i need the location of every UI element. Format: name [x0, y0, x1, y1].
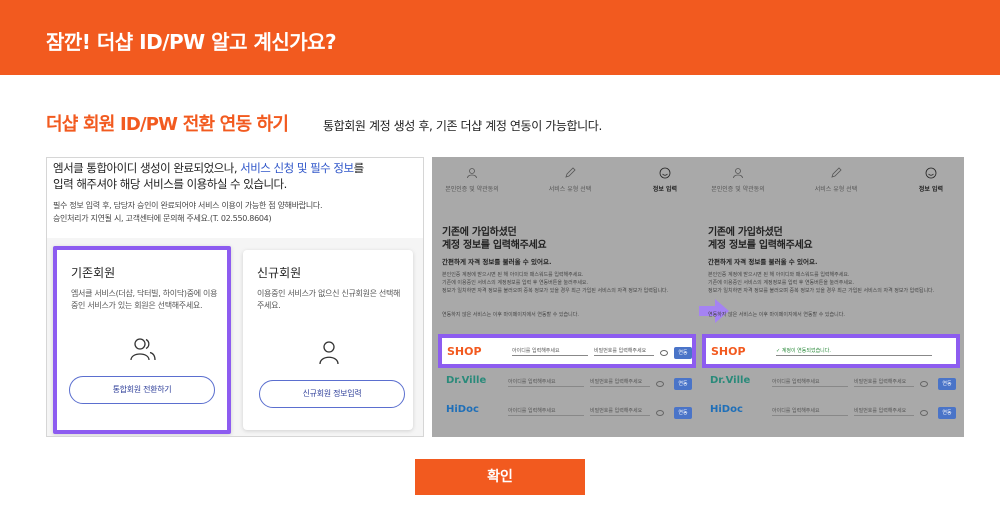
member-type-screenshot: 엠서클 통합아이디 생성이 완료되었으나, 서비스 신청 및 필수 정보를 입력… [46, 157, 424, 437]
notice-note-2: 승인처리가 지연될 시, 고객센터에 문의해 주세요.(T. 02.550.86… [53, 214, 272, 223]
dr-ville-id-input[interactable]: 아이디를 입력해주세요 [508, 375, 584, 387]
dr-ville-password-input[interactable]: 비밀번호를 입력해주세요 [590, 375, 650, 387]
hidoc-link-button[interactable]: 연동 [674, 407, 692, 419]
new-member-info-button[interactable]: 신규회원 정보입력 [259, 380, 405, 408]
notice-line-1: 엠서클 통합아이디 생성이 완료되었으나, 서비스 신청 및 필수 정보를 [53, 161, 364, 175]
form-heading: 계정 정보를 입력해주세요 [708, 240, 813, 251]
user-step-icon [467, 168, 477, 179]
eye-icon[interactable] [656, 410, 664, 416]
users-icon [130, 338, 156, 361]
info-text: 정보가 일치하면 자격 정보를 불러오며 중복 정보가 있을 경우 최근 가입된… [442, 288, 669, 294]
page-header: 잠깐! 더샵 ID/PW 알고 계신가요? [0, 0, 1000, 75]
card-description: 엠서클 서비스(더샵, 닥터빌, 하이닥)중에 이용 중인 서비스가 있는 회원… [71, 289, 218, 310]
eye-icon[interactable] [656, 381, 664, 387]
hidoc-id-input[interactable]: 아이디를 입력해주세요 [508, 404, 584, 416]
shop-link-row: SHOP 아이디를 입력해주세요 비밀번호를 입력해주세요 연동 [438, 334, 696, 368]
info-text: 본인인증 계정에 받으시면 된 해 아이디와 패스워드를 입력해주세요. [708, 272, 850, 278]
header-title: 잠깐! 더샵 ID/PW 알고 계신가요? [46, 30, 337, 54]
hidoc-password-input[interactable]: 비밀번호를 입력해주세요 [854, 404, 914, 416]
shop-logo: SHOP [711, 345, 746, 358]
hidoc-password-input[interactable]: 비밀번호를 입력해주세요 [590, 404, 650, 416]
dr-ville-link-button[interactable]: 연동 [938, 378, 956, 390]
hidoc-logo: HiDoc [446, 404, 479, 415]
dr-ville-logo: Dr.Ville [710, 375, 751, 386]
before-link-view: 본인인증 및 약관동의 서비스 유형 선택 정보 입력 기존에 가입하셨던 계정… [432, 157, 698, 437]
pencil-step-icon [831, 167, 842, 178]
smile-step-icon [925, 167, 937, 179]
existing-member-card[interactable]: 기존회원 엠서클 서비스(더샵, 닥터빌, 하이닥)중에 이용 중인 서비스가 … [53, 246, 231, 434]
service-apply-link: 서비스 신청 및 필수 정보 [240, 161, 354, 175]
notice-line-2: 입력 해주셔야 해당 서비스를 이용하실 수 있습니다. [53, 177, 287, 191]
dr-ville-id-input[interactable]: 아이디를 입력해주세요 [772, 375, 848, 387]
form-subheading: 간편하게 자격 정보를 불러올 수 있어요. [442, 258, 552, 266]
info-text: 연동하지 않은 서비스는 이후 마이페이지에서 연동할 수 있습니다. [442, 312, 579, 318]
shop-password-input[interactable]: 비밀번호를 입력해주세요 [594, 344, 654, 356]
eye-icon[interactable] [920, 381, 928, 387]
hidoc-id-input[interactable]: 아이디를 입력해주세요 [772, 404, 848, 416]
dr-ville-password-input[interactable]: 비밀번호를 입력해주세요 [854, 375, 914, 387]
hidoc-link-row: HiDoc 아이디를 입력해주세요 비밀번호를 입력해주세요 연동 [706, 400, 960, 422]
card-description: 이용중인 서비스가 없으신 신규회원은 선택해주세요. [257, 289, 401, 310]
form-subheading: 간편하게 자격 정보를 불러올 수 있어요. [708, 258, 818, 266]
step-label: 정보 입력 [918, 186, 944, 193]
hidoc-logo: HiDoc [710, 404, 743, 415]
info-text: 기존에 이용중인 서비스의 계정정보를 입력 후 연동버튼을 눌러주세요. [442, 280, 589, 286]
notice-note-1: 필수 정보 입력 후, 담당자 승인이 완료되어야 서비스 이용이 가능한 점 … [53, 201, 323, 210]
card-title: 신규회원 [257, 266, 302, 280]
info-text: 연동하지 않은 서비스는 이후 마이페이지에서 연동할 수 있습니다. [708, 312, 845, 318]
step-label: 서비스 유형 선택 [548, 186, 592, 193]
new-member-card[interactable]: 신규회원 이용중인 서비스가 없으신 신규회원은 선택해주세요. 신규회원 정보… [243, 250, 413, 430]
confirm-button[interactable]: 확인 [415, 459, 585, 495]
info-text: 기존에 이용중인 서비스의 계정정보를 입력 후 연동버튼을 눌러주세요. [708, 280, 855, 286]
section-description: 통합회원 계정 생성 후, 기존 더샵 계정 연동이 가능합니다. [323, 119, 602, 133]
shop-linked-status: ✓ 계정이 연동되었습니다. [776, 344, 932, 356]
convert-member-button[interactable]: 통합회원 전환하기 [69, 376, 215, 404]
info-text: 본인인증 계정에 받으시면 된 해 아이디와 패스워드를 입력해주세요. [442, 272, 584, 278]
eye-icon[interactable] [920, 410, 928, 416]
after-link-view: 본인인증 및 약관동의 서비스 유형 선택 정보 입력 기존에 가입하셨던 계정… [698, 157, 964, 437]
section-title: 더샵 회원 ID/PW 전환 연동 하기 [46, 114, 289, 135]
hidoc-link-button[interactable]: 연동 [938, 407, 956, 419]
notice-area: 엠서클 통합아이디 생성이 완료되었으나, 서비스 신청 및 필수 정보를 입력… [47, 158, 423, 238]
account-link-screenshot: 본인인증 및 약관동의 서비스 유형 선택 정보 입력 기존에 가입하셨던 계정… [432, 157, 964, 437]
step-label: 본인인증 및 약관동의 [711, 186, 765, 193]
shop-logo: SHOP [447, 345, 482, 358]
hidoc-link-row: HiDoc 아이디를 입력해주세요 비밀번호를 입력해주세요 연동 [442, 400, 696, 422]
user-icon [319, 341, 339, 365]
user-step-icon [733, 168, 743, 179]
smile-step-icon [659, 167, 671, 179]
shop-link-button[interactable]: 연동 [674, 347, 692, 359]
form-heading: 계정 정보를 입력해주세요 [442, 240, 547, 251]
shop-linked-row: SHOP ✓ 계정이 연동되었습니다. [702, 334, 960, 368]
pencil-step-icon [565, 167, 576, 178]
info-text: 정보가 일치하면 자격 정보를 불러오며 중복 정보가 있을 경우 최근 가입된… [708, 288, 935, 294]
eye-icon[interactable] [660, 350, 668, 356]
dr-ville-logo: Dr.Ville [446, 375, 487, 386]
dr-ville-link-button[interactable]: 연동 [674, 378, 692, 390]
dr-ville-link-row: Dr.Ville 아이디를 입력해주세요 비밀번호를 입력해주세요 연동 [442, 371, 696, 393]
step-label: 본인인증 및 약관동의 [445, 186, 499, 193]
step-label: 서비스 유형 선택 [814, 186, 858, 193]
card-title: 기존회원 [71, 266, 116, 280]
dr-ville-link-row: Dr.Ville 아이디를 입력해주세요 비밀번호를 입력해주세요 연동 [706, 371, 960, 393]
shop-id-input[interactable]: 아이디를 입력해주세요 [512, 344, 588, 356]
